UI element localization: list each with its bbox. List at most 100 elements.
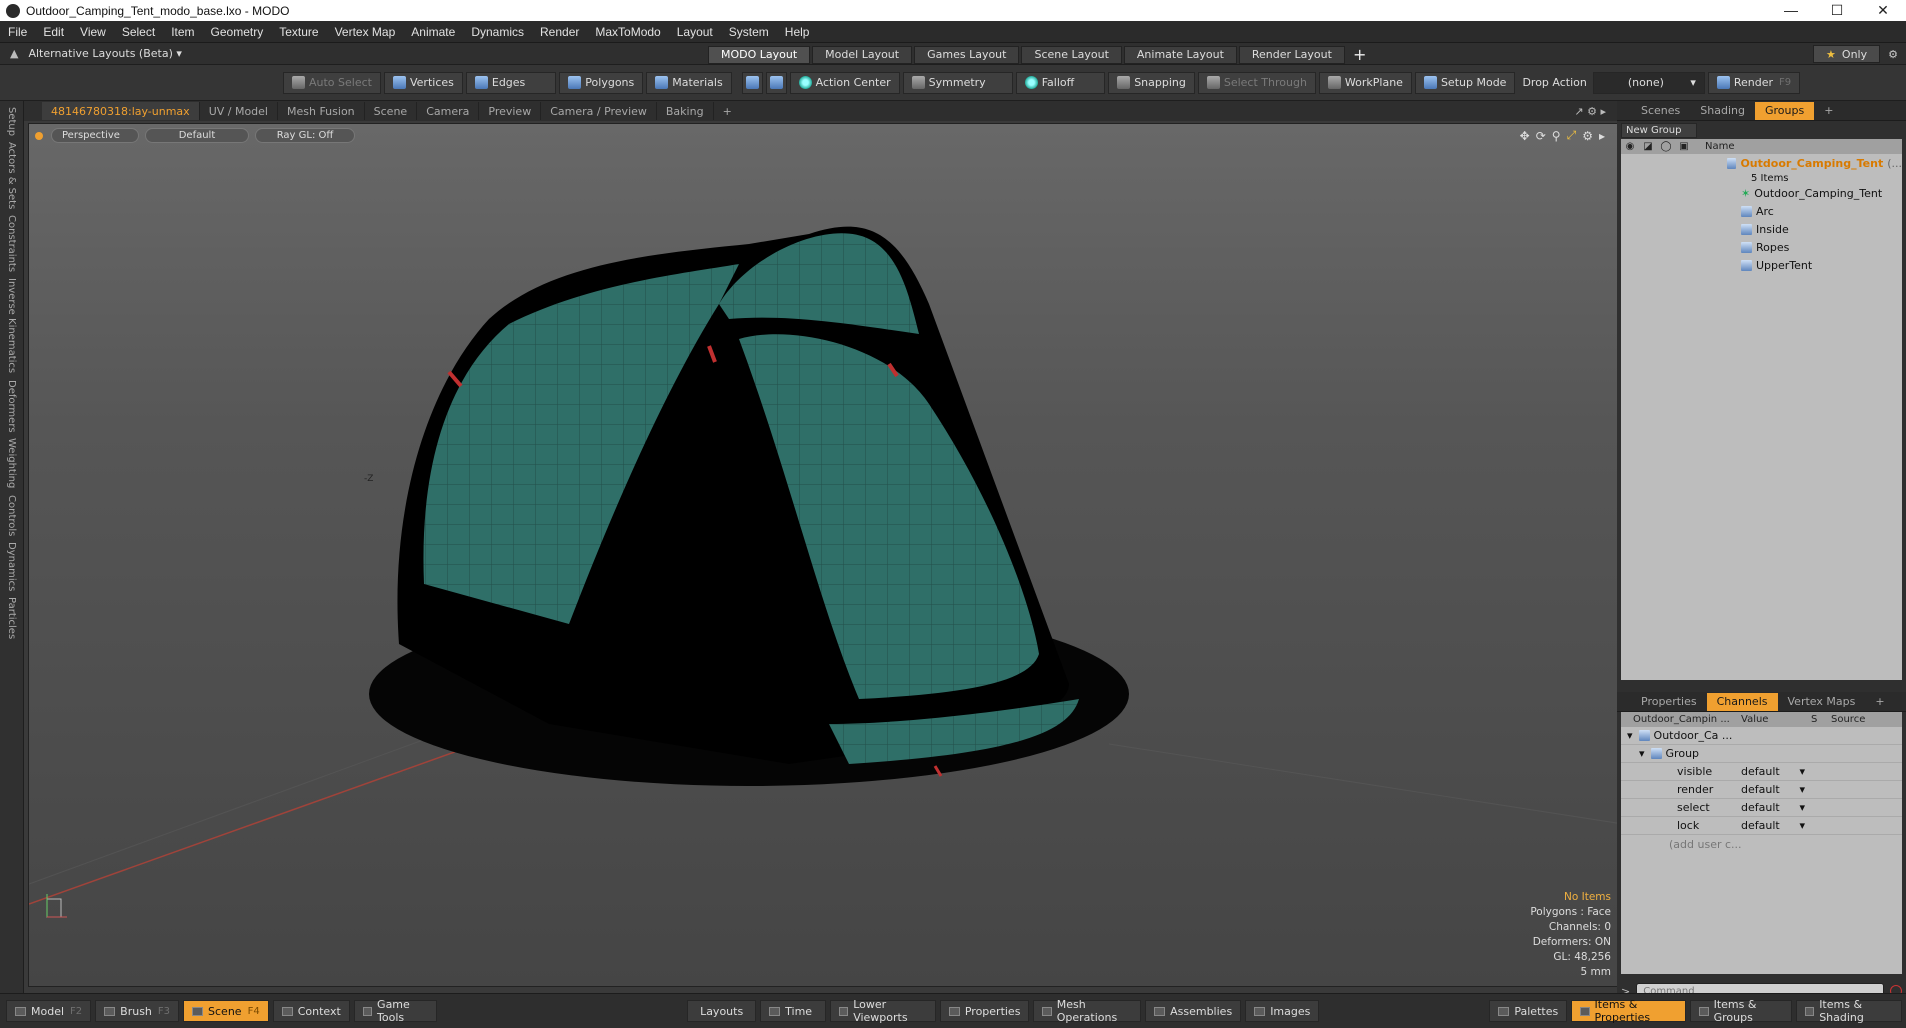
vtab-lay-unmax[interactable]: 48146780318:lay-unmax	[42, 102, 200, 120]
tab-properties[interactable]: Properties	[1631, 693, 1707, 711]
close-icon[interactable]: ✕	[1860, 0, 1906, 21]
alt-layouts-dropdown[interactable]: Alternative Layouts (Beta) ▾	[28, 47, 181, 60]
maximize-icon[interactable]: ☐	[1814, 0, 1860, 21]
add-panel-tab[interactable]: +	[1814, 102, 1843, 120]
channel-row-render[interactable]: render default ▾	[1621, 781, 1902, 799]
items-groups-button[interactable]: Items & Groups	[1690, 998, 1792, 1024]
time-button[interactable]: Time	[760, 1000, 826, 1022]
tab-model-layout[interactable]: Model Layout	[812, 45, 913, 64]
channels-group-row[interactable]: ▾ Group	[1621, 745, 1902, 763]
action-center-button[interactable]: Action Center	[789, 71, 900, 94]
group-item-row[interactable]: Inside	[1621, 220, 1902, 238]
channel-value-select[interactable]: default ▾	[1735, 765, 1811, 778]
add-layout-button[interactable]: +	[1353, 45, 1366, 64]
model-button[interactable]: Model F2	[6, 1000, 92, 1022]
tab-animate-layout[interactable]: Animate Layout	[1123, 45, 1237, 64]
group-item-row[interactable]: Ropes	[1621, 238, 1902, 256]
vtab-particles[interactable]: Particles	[6, 597, 17, 639]
scene-button[interactable]: Scene F4	[183, 1000, 269, 1022]
minimize-icon[interactable]: —	[1768, 0, 1814, 21]
gear-icon[interactable]: ⚙	[1888, 48, 1898, 61]
select-mode-button-a[interactable]	[741, 71, 763, 94]
tab-vertex-maps[interactable]: Vertex Maps	[1778, 693, 1866, 711]
items-shading-button[interactable]: Items & Shading	[1795, 998, 1902, 1024]
vtab-uv-model[interactable]: UV / Model	[200, 102, 278, 120]
menu-file[interactable]: File	[0, 25, 35, 39]
select-through-button[interactable]: Select Through	[1197, 71, 1316, 94]
polygons-button[interactable]: Polygons	[559, 71, 644, 94]
menu-dynamics[interactable]: Dynamics	[463, 25, 532, 39]
group-root-row[interactable]: Outdoor_Camping_Tent (...	[1621, 154, 1902, 172]
menu-view[interactable]: View	[72, 25, 114, 39]
menu-system[interactable]: System	[721, 25, 777, 39]
menu-item[interactable]: Item	[163, 25, 202, 39]
images-button[interactable]: Images	[1245, 1000, 1320, 1022]
add-channels-tab[interactable]: +	[1865, 693, 1894, 711]
menu-layout[interactable]: Layout	[669, 25, 721, 39]
group-item-row[interactable]: Arc	[1621, 202, 1902, 220]
falloff-button[interactable]: Falloff	[1015, 71, 1106, 94]
vtab-setup[interactable]: Setup	[6, 107, 17, 136]
drop-action-select[interactable]: (none) ▾	[1592, 71, 1705, 94]
group-item-row[interactable]: UpperTent	[1621, 256, 1902, 274]
vtab-mesh-fusion[interactable]: Mesh Fusion	[278, 102, 365, 120]
palettes-button[interactable]: Palettes	[1489, 1000, 1568, 1022]
vtab-camera[interactable]: Camera	[417, 102, 480, 120]
channel-row-select[interactable]: select default ▾	[1621, 799, 1902, 817]
channel-value-select[interactable]: default ▾	[1735, 801, 1811, 814]
tab-scene-layout[interactable]: Scene Layout	[1021, 45, 1122, 64]
menu-help[interactable]: Help	[777, 25, 818, 39]
tab-scenes[interactable]: Scenes	[1631, 102, 1690, 120]
items-properties-button[interactable]: Items & Properties	[1571, 998, 1687, 1024]
symmetry-button[interactable]: Symmetry	[902, 71, 1013, 94]
layouts-button[interactable]: Layouts	[687, 1000, 757, 1022]
vtab-actors-sets[interactable]: Actors & Sets	[6, 142, 17, 209]
auto-select-button[interactable]: Auto Select	[283, 71, 381, 94]
vtab-weighting[interactable]: Weighting	[6, 438, 17, 488]
lower-viewports-button[interactable]: Lower Viewports	[829, 998, 936, 1024]
render-button[interactable]: Render F9	[1707, 71, 1801, 94]
tab-channels[interactable]: Channels	[1706, 692, 1778, 711]
collapse-icon[interactable]: ▲	[10, 47, 18, 60]
tab-modo-layout[interactable]: MODO Layout	[708, 45, 811, 64]
game-tools-button[interactable]: Game Tools	[353, 998, 438, 1024]
group-item-row[interactable]: ✶ Outdoor_Camping_Tent	[1621, 184, 1902, 202]
add-user-channel-row[interactable]: (add user c...	[1621, 835, 1902, 853]
tab-shading[interactable]: Shading	[1690, 102, 1755, 120]
tab-render-layout[interactable]: Render Layout	[1238, 45, 1345, 64]
vtab-dynamics[interactable]: Dynamics	[6, 542, 17, 591]
expand-icon[interactable]: ↗ ⚙ ▸	[1574, 105, 1606, 118]
vtab-inverse-kinematics[interactable]: Inverse Kinematics	[6, 278, 17, 373]
menu-geometry[interactable]: Geometry	[203, 25, 272, 39]
menu-select[interactable]: Select	[114, 25, 163, 39]
tab-games-layout[interactable]: Games Layout	[914, 45, 1020, 64]
channels-root-row[interactable]: ▾ Outdoor_Ca ...	[1621, 727, 1902, 745]
snapping-button[interactable]: Snapping	[1108, 71, 1195, 94]
menu-vertex-map[interactable]: Vertex Map	[327, 25, 404, 39]
assemblies-button[interactable]: Assemblies	[1145, 1000, 1242, 1022]
menu-texture[interactable]: Texture	[271, 25, 326, 39]
vtab-controls[interactable]: Controls	[6, 495, 17, 536]
edges-button[interactable]: Edges	[465, 71, 557, 94]
channel-value-select[interactable]: default ▾	[1735, 783, 1811, 796]
select-mode-button-b[interactable]	[765, 71, 787, 94]
add-viewport-tab[interactable]: +	[714, 102, 741, 120]
vtab-scene[interactable]: Scene	[365, 102, 418, 120]
vtab-preview[interactable]: Preview	[479, 102, 542, 120]
workplane-button[interactable]: WorkPlane	[1318, 71, 1412, 94]
new-group-button[interactable]: New Group	[1621, 122, 1697, 138]
menu-edit[interactable]: Edit	[35, 25, 72, 39]
properties-button[interactable]: Properties	[939, 1000, 1030, 1022]
channel-row-visible[interactable]: visible default ▾	[1621, 763, 1902, 781]
menu-animate[interactable]: Animate	[403, 25, 463, 39]
menu-render[interactable]: Render	[532, 25, 587, 39]
context-button[interactable]: Context	[272, 1000, 350, 1022]
only-button[interactable]: ★ Only	[1813, 45, 1881, 63]
materials-button[interactable]: Materials	[646, 71, 732, 94]
vtab-deformers[interactable]: Deformers	[6, 380, 17, 433]
vtab-baking[interactable]: Baking	[657, 102, 714, 120]
vtab-constraints[interactable]: Constraints	[6, 215, 17, 272]
channel-row-lock[interactable]: lock default ▾	[1621, 817, 1902, 835]
mesh-operations-button[interactable]: Mesh Operations	[1033, 998, 1142, 1024]
3d-viewport[interactable]: Perspective Default Ray GL: Off ✥ ⟳ ⚲ ⤢ …	[28, 123, 1622, 987]
